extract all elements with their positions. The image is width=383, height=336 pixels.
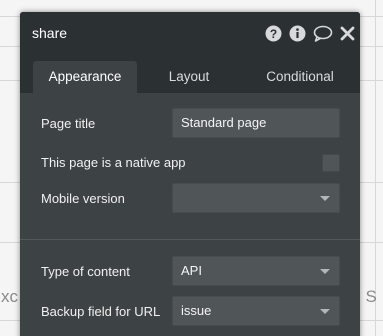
mobile-version-select[interactable] [172, 183, 340, 213]
type-of-content-select[interactable]: API [172, 256, 340, 286]
panel-title-icons: ? [265, 25, 355, 42]
type-of-content-label: Type of content [41, 264, 130, 279]
section-divider [20, 239, 360, 240]
panel-title-bar[interactable]: share ? [20, 12, 360, 55]
tab-conditional[interactable]: Conditional [246, 61, 354, 93]
tab-layout[interactable]: Layout [149, 61, 229, 93]
backup-field-label: Backup field for URL [41, 304, 161, 319]
canvas-guide-line [375, 0, 376, 336]
mobile-version-label: Mobile version [41, 191, 125, 206]
native-app-checkbox[interactable] [322, 154, 340, 172]
tab-appearance[interactable]: Appearance [33, 61, 137, 93]
backup-field-value: issue [181, 303, 212, 318]
page-title-label: Page title [41, 116, 96, 131]
chevron-down-icon [320, 309, 330, 314]
comment-icon[interactable] [313, 25, 333, 42]
canvas-text-left: xc [1, 287, 18, 306]
native-app-label: This page is a native app [41, 155, 186, 170]
panel-title: share [32, 25, 68, 41]
type-of-content-value: API [181, 263, 202, 278]
info-icon[interactable] [289, 25, 306, 42]
close-icon[interactable] [340, 26, 355, 41]
page-title-input[interactable]: Standard page [172, 108, 340, 138]
svg-text:?: ? [270, 27, 277, 41]
property-editor-panel: share ? Appearance Layout Conditional Pa… [20, 12, 360, 336]
backup-field-select[interactable]: issue [172, 296, 340, 326]
chevron-down-icon [320, 196, 330, 201]
chevron-down-icon [320, 269, 330, 274]
panel-tabs: Appearance Layout Conditional [20, 55, 360, 93]
help-icon[interactable]: ? [265, 25, 282, 42]
